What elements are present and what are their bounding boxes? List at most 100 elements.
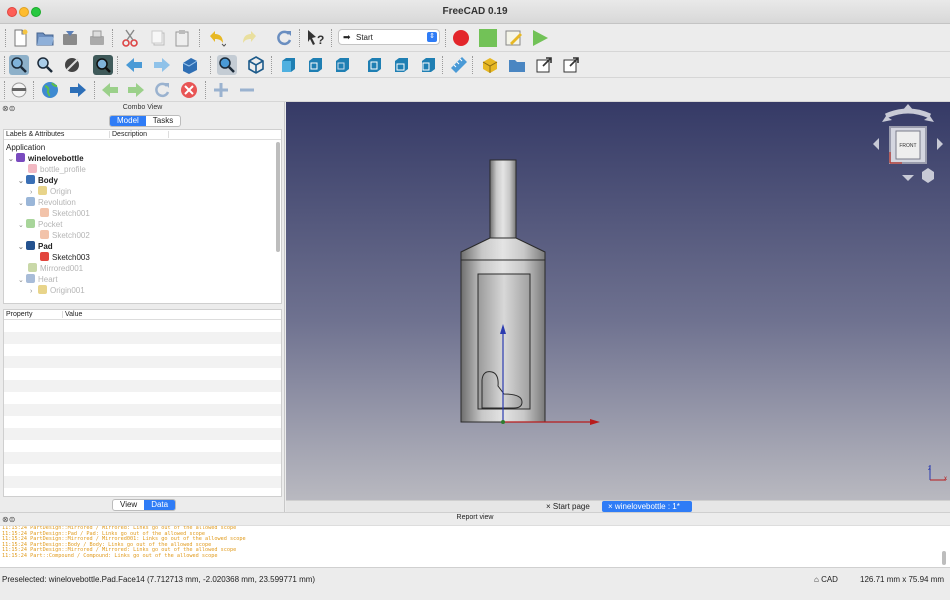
copy-button[interactable] (148, 28, 168, 48)
web-zoom-out-button[interactable] (237, 80, 257, 100)
tree-item-origin[interactable]: › Origin (30, 186, 71, 197)
tree-item-pocket[interactable]: ⌄ Pocket (18, 219, 62, 230)
web-forward-button[interactable] (126, 80, 146, 100)
link-actions-button[interactable] (561, 55, 581, 75)
view-front-button[interactable] (278, 55, 298, 75)
web-back-button[interactable] (100, 80, 120, 100)
workbench-selector[interactable]: ➡ Start ⇕ (338, 29, 440, 45)
report-scrollbar[interactable] (942, 551, 946, 565)
save-as-button[interactable] (87, 28, 107, 48)
view-rear-button[interactable] (364, 55, 384, 75)
new-document-button[interactable] (10, 28, 30, 48)
draw-style-button[interactable] (63, 55, 83, 75)
svg-text:z: z (928, 466, 931, 472)
tree-item-sketch003[interactable]: Sketch003 (40, 252, 90, 263)
create-link-button[interactable] (534, 55, 554, 75)
record-macro-button[interactable] (451, 28, 471, 48)
redo-button[interactable] (240, 28, 260, 48)
tab-view[interactable]: View (113, 500, 144, 510)
std-views-button[interactable] (180, 55, 200, 75)
run-macro-button[interactable] (530, 28, 550, 48)
fit-selection-button[interactable] (35, 55, 55, 75)
property-tabs: View Data (112, 499, 177, 511)
whats-this-button[interactable]: ? (305, 28, 325, 48)
tab-data[interactable]: Data (144, 500, 176, 510)
web-refresh-button[interactable] (152, 80, 172, 100)
folder-icon (509, 60, 525, 72)
cube-left-arrow-icon[interactable] (873, 138, 879, 150)
run-macro-icon (533, 30, 548, 46)
tree-item-revolution[interactable]: ⌄ Revolution (18, 197, 76, 208)
close-icon[interactable]: × (546, 502, 553, 511)
forward-button[interactable] (152, 55, 172, 75)
draw-style-icon (65, 58, 79, 72)
undo-button[interactable] (206, 28, 226, 48)
svg-text:?: ? (317, 33, 324, 47)
clipping-plane-button[interactable] (9, 80, 29, 100)
open-button[interactable] (35, 28, 55, 48)
tree-root: Application (6, 143, 46, 152)
tree-scrollbar[interactable] (276, 142, 280, 252)
web-zoom-in-button[interactable] (211, 80, 231, 100)
sketch-icon (28, 164, 37, 173)
web-stop-button[interactable] (179, 80, 199, 100)
title-bar: FreeCAD 0.19 (0, 0, 950, 24)
navigation-cube[interactable]: FRONT (873, 104, 943, 183)
navigation-style-button[interactable]: ⌂ CAD (814, 575, 838, 584)
3d-viewport[interactable]: FRONT z x (286, 102, 950, 500)
paste-button[interactable] (172, 28, 192, 48)
origin-icon (38, 285, 47, 294)
sketch-icon (40, 230, 49, 239)
view-bottom-button[interactable] (391, 55, 411, 75)
edit-macro-button[interactable] (504, 28, 524, 48)
tree-item-bottle-profile[interactable]: bottle_profile (28, 164, 86, 175)
close-icon[interactable]: × (608, 502, 615, 511)
refresh-icon (277, 30, 292, 46)
stop-macro-button[interactable] (478, 28, 498, 48)
create-group-button[interactable] (507, 55, 527, 75)
report-log[interactable]: 11:15:24 PartDesign::Mirrored / Mirrored… (0, 525, 950, 567)
view-fit-button[interactable] (217, 55, 237, 75)
tree-column-labels[interactable]: Labels & Attributes (6, 131, 64, 138)
view-right-button[interactable] (332, 55, 352, 75)
measure-button[interactable] (449, 55, 469, 75)
view-isometric-button[interactable] (246, 55, 266, 75)
web-home-button[interactable] (40, 80, 60, 100)
main-toolbar: ? ➡ Start ⇕ (0, 24, 950, 52)
save-button[interactable] (60, 28, 80, 48)
tree-item-pad[interactable]: ⌄ Pad (18, 241, 53, 252)
tree-item-sketch002[interactable]: Sketch002 (40, 230, 90, 241)
tab-start-page[interactable]: × Start page (540, 501, 596, 512)
web-go-button[interactable] (68, 80, 88, 100)
tree-item-sketch001[interactable]: Sketch001 (40, 208, 90, 219)
tab-tasks[interactable]: Tasks (146, 116, 180, 126)
model-canvas[interactable]: FRONT z x (286, 102, 950, 500)
tree-header: Labels & Attributes Description (4, 130, 281, 140)
refresh-button[interactable] (274, 28, 294, 48)
view-menu-icon[interactable] (922, 168, 934, 183)
tree-item-heart[interactable]: ⌄ Heart (18, 274, 58, 285)
tree-column-description[interactable]: Description (109, 131, 169, 138)
view-left-button[interactable] (418, 55, 438, 75)
cube-right-arrow-icon[interactable] (937, 138, 943, 150)
property-column[interactable]: Property (6, 311, 32, 318)
cube-face-label: FRONT (899, 143, 916, 149)
std-views-icon (182, 58, 198, 74)
tree-item-winelovebottle[interactable]: ⌄ winelovebottle (8, 153, 84, 164)
cut-button[interactable] (120, 28, 140, 48)
tree-item-body[interactable]: ⌄ Body (18, 175, 58, 186)
body-icon (26, 274, 35, 283)
ruler-icon (451, 57, 467, 73)
back-button[interactable] (124, 55, 144, 75)
bounding-box-button[interactable] (93, 55, 113, 75)
body-icon (26, 175, 35, 184)
tab-model[interactable]: Model (110, 116, 146, 126)
value-column[interactable]: Value (62, 311, 82, 318)
fit-all-button[interactable] (9, 55, 29, 75)
create-part-button[interactable] (480, 55, 500, 75)
tree-item-mirrored001[interactable]: Mirrored001 (28, 263, 83, 274)
view-top-button[interactable] (305, 55, 325, 75)
cube-down-arrow-icon[interactable] (902, 175, 914, 181)
tab-winelovebottle[interactable]: × winelovebottle : 1* (602, 501, 692, 512)
tree-item-origin001[interactable]: › Origin001 (30, 285, 85, 296)
